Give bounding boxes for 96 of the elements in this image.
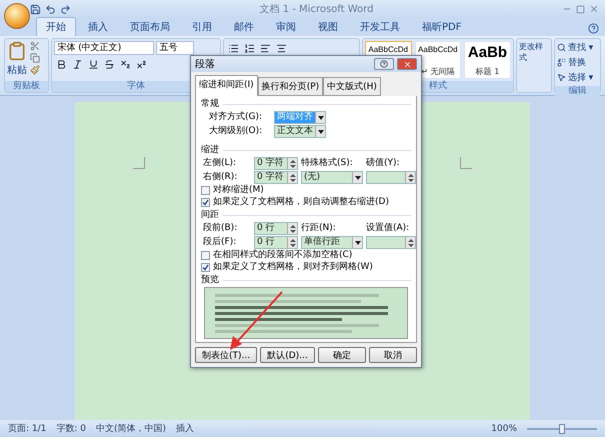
- checkbox[interactable]: [201, 251, 210, 260]
- close-button[interactable]: [397, 58, 417, 70]
- group-label: 编辑: [554, 86, 600, 97]
- checkbox[interactable]: [201, 263, 210, 272]
- field-label: 行距(N):: [301, 223, 337, 234]
- dialog-button[interactable]: 取消: [368, 347, 417, 363]
- paste-icon[interactable]: [7, 41, 27, 61]
- paste-button[interactable]: 粘贴: [7, 63, 27, 77]
- status-item: 页面: 1/1: [8, 423, 46, 435]
- status-item: 字数: 0: [56, 422, 86, 435]
- redo-icon[interactable]: [60, 4, 71, 14]
- pointer-arrow: [228, 290, 284, 352]
- ribbon-tab[interactable]: 页面布局: [120, 17, 180, 36]
- dialog-button[interactable]: 默认(D)...: [260, 347, 315, 363]
- font-name-field[interactable]: 宋体 (中文正文): [54, 41, 154, 55]
- outline-level-dropdown[interactable]: 正文文本: [274, 125, 326, 138]
- cut-icon[interactable]: [30, 41, 40, 51]
- help-button[interactable]: [374, 58, 394, 70]
- field-label: 左侧(L):: [203, 158, 238, 169]
- font-size-field[interactable]: 五号: [156, 41, 194, 55]
- dialog-title: 段落: [195, 58, 216, 71]
- status-item: 插入: [176, 422, 194, 435]
- left-indent-spinner[interactable]: 0 字符: [254, 157, 298, 170]
- line-value-spinner[interactable]: [366, 236, 416, 249]
- copy-icon[interactable]: [30, 53, 40, 63]
- ribbon-tab[interactable]: 福昕PDF: [412, 17, 472, 36]
- field-label: 大纲级别(O):: [209, 126, 264, 137]
- margin-corner-mark: [133, 157, 145, 169]
- save-icon[interactable]: [30, 4, 41, 14]
- ribbon-tab[interactable]: 引用: [182, 17, 222, 36]
- spinner-arrows-icon[interactable]: [287, 158, 297, 169]
- editing-button[interactable]: 查找 ▾: [556, 41, 594, 54]
- right-indent-spinner[interactable]: 0 字符: [254, 171, 298, 184]
- search-icon[interactable]: [556, 43, 566, 52]
- undo-icon[interactable]: [45, 4, 56, 14]
- spinner-arrows-icon[interactable]: [287, 237, 297, 248]
- space-after-spinner[interactable]: 0 行: [254, 236, 298, 249]
- section-heading: 常规: [201, 99, 219, 110]
- ribbon-tab[interactable]: 视图: [308, 17, 348, 36]
- style-card[interactable]: AaBb 标题 1: [464, 41, 511, 79]
- section-heading: 缩进: [201, 145, 219, 156]
- help-icon: [380, 60, 388, 68]
- section-heading: 间距: [201, 210, 219, 221]
- checkbox-option[interactable]: 如果定义了文档网格，则自动调整右缩进(D): [201, 197, 411, 208]
- dialog-button[interactable]: 确定: [318, 347, 366, 363]
- status-item: 中文(简体，中国): [96, 422, 166, 435]
- spinner-arrows-icon[interactable]: [287, 223, 297, 234]
- replace-icon[interactable]: [556, 58, 566, 67]
- zoom-percent[interactable]: 100%: [491, 424, 517, 434]
- field-label: 对齐方式(G):: [209, 112, 264, 123]
- margin-corner-mark: [460, 157, 472, 169]
- space-before-spinner[interactable]: 0 行: [254, 222, 298, 235]
- close-icon[interactable]: [589, 4, 599, 14]
- close-icon: [402, 60, 412, 68]
- spinner-arrows-icon[interactable]: [287, 172, 297, 183]
- zoom-thumb[interactable]: [559, 424, 565, 434]
- section-heading: 预览: [201, 275, 219, 286]
- field-label: 磅值(Y):: [366, 158, 401, 169]
- editing-button[interactable]: 替换: [556, 56, 586, 69]
- field-label: 特殊格式(S):: [301, 158, 354, 169]
- ribbon-tab[interactable]: 邮件: [224, 17, 264, 36]
- special-indent-dropdown[interactable]: (无): [301, 171, 363, 184]
- pointer-icon[interactable]: [556, 73, 566, 82]
- field-label: 右侧(R):: [203, 172, 238, 183]
- ribbon-tab[interactable]: 开始: [36, 17, 76, 36]
- dialog-tab[interactable]: 换行和分页(P): [258, 77, 324, 96]
- style-sample: AaBbCcDd: [418, 44, 458, 54]
- group-label: 剪贴板: [5, 81, 48, 92]
- editing-button[interactable]: 选择 ▾: [556, 71, 594, 84]
- style-name: 标题 1: [476, 66, 500, 78]
- style-card[interactable]: AaBbCcDd ↵ 无间隔: [414, 41, 462, 79]
- dialog-button[interactable]: 制表位(T)...: [195, 347, 258, 363]
- checkbox[interactable]: [201, 186, 210, 195]
- field-label: 段前(B):: [203, 223, 238, 234]
- spinner-arrows-icon[interactable]: [405, 237, 415, 248]
- spinner-arrows-icon[interactable]: [405, 172, 415, 183]
- ribbon-tab[interactable]: 开发工具: [350, 17, 410, 36]
- style-sample: AaBb: [468, 43, 508, 61]
- help-icon[interactable]: [588, 23, 599, 34]
- field-label: 段后(F):: [203, 237, 238, 248]
- window-title: 文档 1 - Microsoft Word: [258, 2, 374, 16]
- field-label: 设置值(A):: [366, 223, 410, 234]
- indent-value-spinner[interactable]: [366, 171, 416, 184]
- format-painter-icon[interactable]: [30, 65, 40, 75]
- style-sample: AaBbCcDd: [368, 44, 408, 54]
- checkbox-option[interactable]: 在相同样式的段落间不添加空格(C): [201, 250, 411, 261]
- line-spacing-dropdown[interactable]: 单倍行距: [301, 236, 363, 249]
- checkbox-option[interactable]: 对称缩进(M): [201, 185, 411, 196]
- dialog-tab[interactable]: 中文版式(H): [323, 77, 381, 96]
- dialog-tab[interactable]: 缩进和间距(I): [195, 75, 258, 96]
- ribbon-tab[interactable]: 审阅: [266, 17, 306, 36]
- maximize-icon[interactable]: [576, 4, 585, 14]
- ribbon-tab[interactable]: 插入: [78, 17, 118, 36]
- checkbox[interactable]: [201, 198, 210, 207]
- checkbox-option[interactable]: 如果定义了文档网格，则对齐到网格(W): [201, 262, 411, 273]
- style-name: ↵ 无间隔: [421, 66, 454, 78]
